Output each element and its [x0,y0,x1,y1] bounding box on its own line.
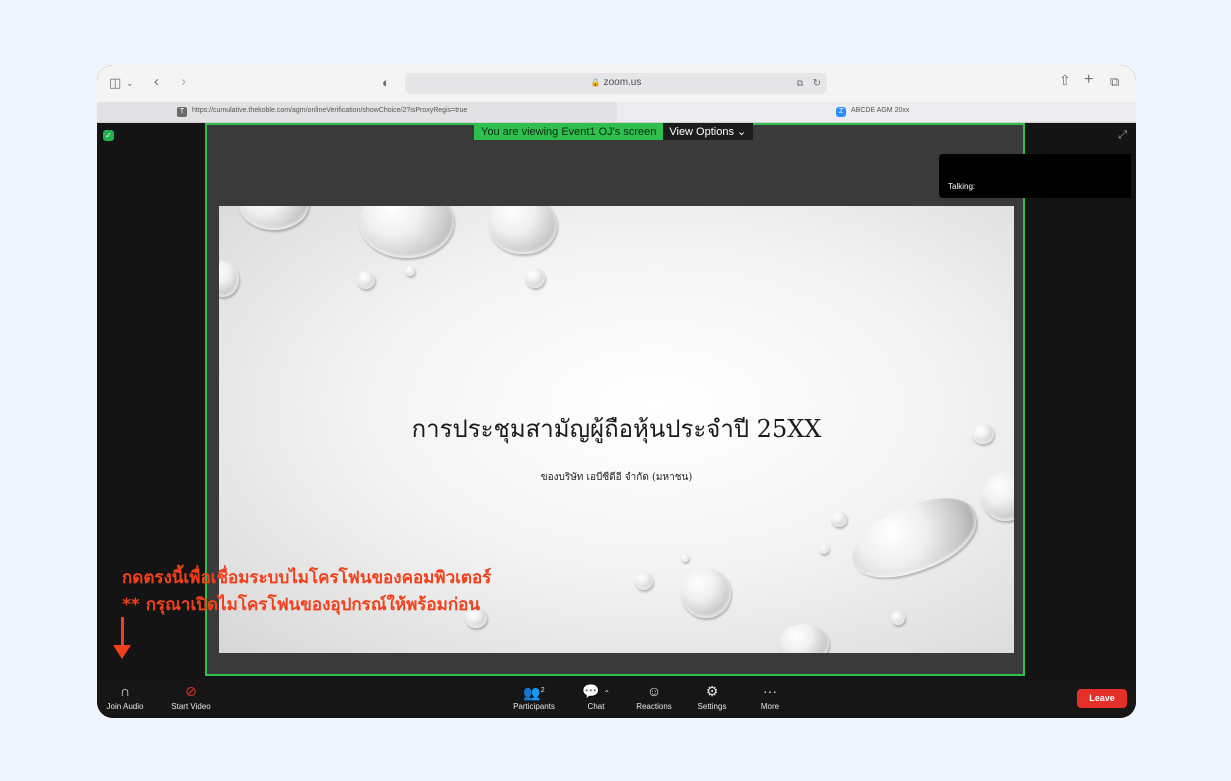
lock-icon: 🔒 [590,78,601,87]
zoom-toolbar: ∩ Join Audio ⊘ Start Video 👥2 Participan… [97,680,1136,718]
talking-panel: Talking: [939,154,1131,198]
water-drop [779,624,829,653]
chevron-up-icon[interactable]: ⌃ [603,689,610,698]
tablet-frame: ◫ ⌄ ‹ › ◐ 🔒 zoom.us ⧉ ↻ ⇧ + ⧉ T https://c… [97,65,1136,718]
participants-icon: 👥 [523,684,541,701]
water-drop [842,487,986,590]
url-text: zoom.us [603,77,642,88]
participants-label: Participants [513,702,555,711]
slide-title: การประชุมสามัญผู้ถือหุ้นประจำปี 25XX [411,415,822,443]
slide-subtitle: ของบริษัท เอบีซีดีอี จำกัด (มหาชน) [540,472,693,483]
chevron-down-icon: ⌄ [737,126,747,138]
reactions-button[interactable]: ☺ Reactions [632,682,676,711]
privacy-shield-icon[interactable]: ◐ [382,76,390,89]
annotation-line-2: ** กรุณาเปิดไมโครโฟนของอุปกรณ์ให้พร้อมก่… [122,595,480,615]
water-drop [219,261,239,297]
zoom-meeting-area: ✓ ⤢ You are viewing Event1 OJ's screen V… [97,123,1136,685]
forward-icon[interactable]: › [181,74,186,89]
sidebar-icon[interactable]: ◫ [109,76,121,89]
start-video-label: Start Video [171,702,211,711]
join-audio-button[interactable]: ∩ Join Audio [103,682,147,711]
tab-title: ABCDE AGM 20xx [851,107,910,114]
chevron-down-icon[interactable]: ⌄ [126,77,134,90]
settings-label: Settings [697,702,727,711]
water-drop [681,568,731,618]
reactions-icon: ☺ [646,683,662,699]
water-drop [489,206,557,254]
view-options-button[interactable]: View Options ⌄ [663,123,754,140]
address-bar[interactable]: 🔒 zoom.us ⧉ ↻ [405,73,827,94]
expand-icon[interactable]: ⤢ [1118,129,1127,142]
headphones-icon: ∩ [119,683,131,699]
chat-label: Chat [587,702,605,711]
reload-icon[interactable]: ↻ [813,77,821,90]
tab-verification[interactable]: T https://cumulative.thekoble.com/agm/on… [97,102,618,122]
talking-label: Talking: [948,182,976,191]
tab-overview-icon[interactable]: ⧉ [1110,75,1119,88]
view-banner: You are viewing Event1 OJ's screen View … [474,123,754,140]
water-drop [525,268,545,288]
annotation-arrow-head [113,645,131,659]
zoom-icon: Z [836,107,846,117]
water-drop [891,611,905,625]
water-drop [831,511,847,527]
tab-title: https://cumulative.thekoble.com/agm/onli… [192,107,468,114]
water-drop [635,572,653,590]
viewing-label: You are viewing Event1 OJ's screen [474,123,664,140]
more-icon: ··· [763,683,777,699]
translate-icon[interactable]: ⧉ [797,77,803,90]
join-audio-label: Join Audio [106,702,144,711]
video-off-icon: ⊘ [185,683,197,699]
leave-button[interactable]: Leave [1077,689,1127,708]
annotation-arrow [121,617,124,647]
new-tab-icon[interactable]: + [1084,72,1093,88]
annotation-line-1: กดตรงนี้เพื่อเชื่อมระบบไมโครโฟนของคอมพิว… [122,568,492,588]
chat-button[interactable]: 💬 ⌃ Chat [579,682,613,711]
tab-favicon: T [177,107,187,117]
back-icon[interactable]: ‹ [154,74,159,89]
tab-bar: T https://cumulative.thekoble.com/agm/on… [97,102,1136,123]
participants-button[interactable]: 👥2 Participants [509,682,559,711]
water-drop [239,206,309,230]
share-icon[interactable]: ⇧ [1059,73,1071,87]
browser-toolbar: ◫ ⌄ ‹ › ◐ 🔒 zoom.us ⧉ ↻ ⇧ + ⧉ [97,65,1136,103]
participants-count: 2 [540,687,545,694]
start-video-button[interactable]: ⊘ Start Video [167,682,215,711]
gear-icon: ⚙ [705,683,719,699]
water-drop [405,266,415,276]
water-drop [359,206,454,258]
reactions-label: Reactions [636,702,672,711]
view-options-label: View Options [669,126,734,138]
more-label: More [760,702,780,711]
water-drop [819,544,829,554]
tab-agm[interactable]: Z ABCDE AGM 20xx [617,102,1136,122]
settings-button[interactable]: ⚙ Settings [693,682,731,711]
water-drop [681,554,689,562]
chat-icon: 💬 [581,683,600,699]
more-button[interactable]: ··· More [753,682,787,711]
water-drop [357,271,375,289]
encryption-shield-icon[interactable]: ✓ [103,130,114,141]
